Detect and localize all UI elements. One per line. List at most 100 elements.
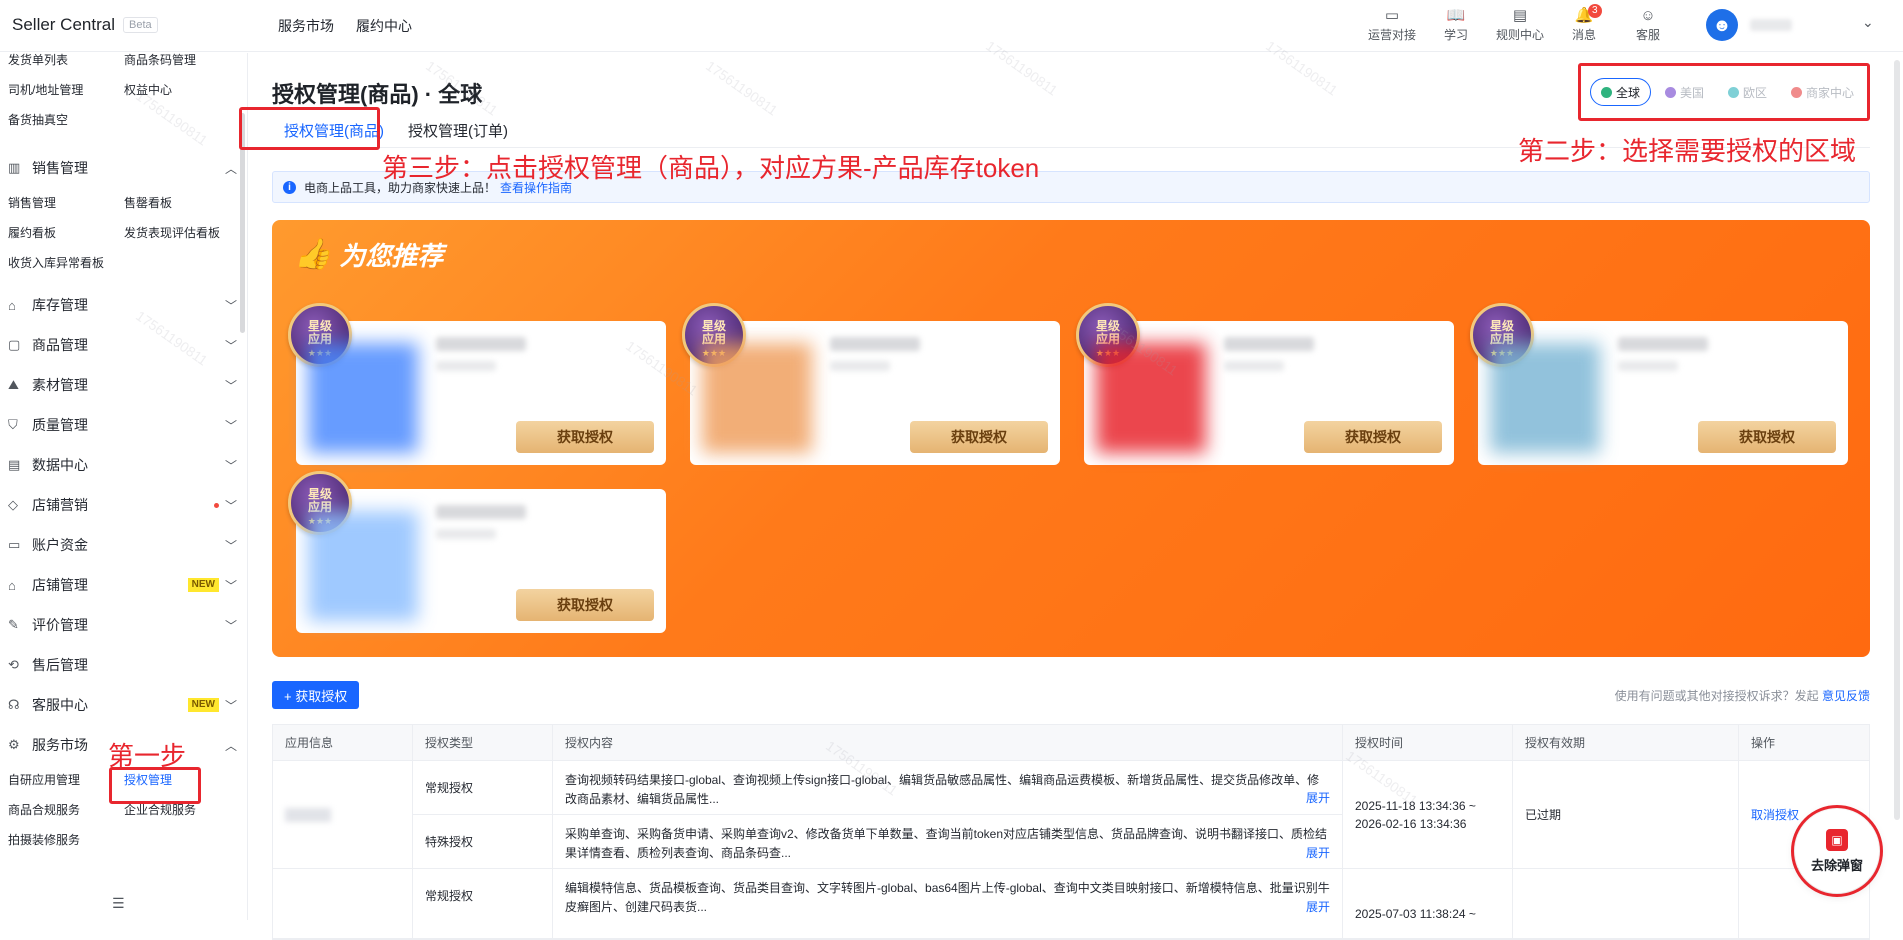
chevron-down-icon: ﹀ bbox=[224, 538, 237, 553]
app-card[interactable]: 星级应用★★★ 获取授权 bbox=[288, 303, 666, 465]
sidebar-section-data[interactable]: ▤ 数据中心 ﹀ bbox=[0, 445, 247, 485]
sidebar-section-products[interactable]: ▢ 商品管理 ﹀ bbox=[0, 325, 247, 365]
auth-type-label: 常规授权 bbox=[413, 761, 552, 815]
book-icon: 📖 bbox=[1446, 7, 1466, 24]
sidebar-section-quality[interactable]: ⛉ 质量管理 ﹀ bbox=[0, 405, 247, 445]
app-desc-blurred bbox=[436, 361, 496, 371]
notification-dot bbox=[214, 502, 219, 508]
auth-type-label: 特殊授权 bbox=[425, 835, 474, 849]
app-logo-blurred bbox=[702, 343, 812, 453]
sidebar-item-receiving-anomaly[interactable]: 收货入库异常看板 bbox=[8, 254, 124, 271]
nav-fulfillment-center[interactable]: 履约中心 bbox=[356, 16, 412, 36]
sidebar-section-sales[interactable]: ▥ 销售管理 ︿ bbox=[0, 148, 247, 188]
auth-time: 2025-11-18 13:34:36 ~ 2026-02-16 13:34:3… bbox=[1343, 761, 1513, 868]
col-auth-time: 授权时间 bbox=[1343, 725, 1513, 760]
review-icon: ✎ bbox=[8, 617, 19, 632]
sidebar-section-store[interactable]: ⌂ 店铺管理 NEW ﹀ bbox=[0, 565, 247, 605]
validity-status: 已过期 bbox=[1513, 761, 1739, 868]
app-name-blurred bbox=[285, 807, 331, 822]
sidebar-section-account-funds[interactable]: ▭ 账户资金 ﹀ bbox=[0, 525, 247, 565]
content-cell: 编辑模特信息、货品模板查询、货品类目查询、文字转图片-global、bas64图… bbox=[553, 869, 1343, 938]
feedback-link[interactable]: 意见反馈 bbox=[1822, 689, 1870, 703]
nav-service-market[interactable]: 服务市场 bbox=[278, 16, 334, 36]
sidebar-item-vacuum[interactable]: 备货抽真空 bbox=[8, 111, 124, 128]
get-auth-button[interactable]: 获取授权 bbox=[1698, 421, 1836, 453]
auth-content-text: 查询视频转码结果接口-global、查询视频上传sign接口-global、编辑… bbox=[553, 761, 1342, 815]
learn-button[interactable]: 📖 学习 bbox=[1424, 6, 1488, 46]
app-info-cell bbox=[273, 869, 413, 938]
table-row: 常规授权 特殊授权 查询视频转码结果接口-global、查询视频上传sign接口… bbox=[273, 761, 1869, 869]
recommend-panel: 👍为您推荐 星级应用★★★ 获取授权 星级应用★★★ 获取授权 星级应用★★★ … bbox=[272, 220, 1870, 657]
app-card[interactable]: 星级应用★★★ 获取授权 bbox=[1076, 303, 1454, 465]
watermark: 17561190811 bbox=[702, 57, 781, 119]
expand-link[interactable]: 展开 bbox=[1306, 898, 1330, 917]
chevron-up-icon: ︿ bbox=[224, 738, 237, 753]
sidebar-section-materials[interactable]: ⛰ 素材管理 ﹀ bbox=[0, 365, 247, 405]
sidebar-item-shipping-list[interactable]: 发货单列表 bbox=[8, 53, 124, 68]
box-icon: ▢ bbox=[8, 337, 21, 352]
sidebar-section-reviews[interactable]: ✎ 评价管理 ﹀ bbox=[0, 605, 247, 645]
sidebar-top-items: 发货单列表 商品条码管理 司机/地址管理 权益中心 备货抽真空 bbox=[0, 53, 247, 128]
sidebar-item-product-compliance[interactable]: 商品合规服务 bbox=[8, 801, 124, 818]
feedback-text: 使用有问题或其他对接授权诉求？发起 意见反馈 bbox=[1614, 689, 1870, 703]
sidebar-item-driver-address[interactable]: 司机/地址管理 bbox=[8, 81, 124, 98]
sidebar-section-marketing[interactable]: ◇ 店铺营销 ﹀ bbox=[0, 485, 247, 525]
sidebar-item-benefits[interactable]: 权益中心 bbox=[124, 81, 240, 98]
chevron-down-icon: ﹀ bbox=[224, 298, 237, 313]
chevron-down-icon: ﹀ bbox=[224, 698, 237, 713]
sidebar-item-self-apps[interactable]: 自研应用管理 bbox=[8, 771, 124, 788]
shield-icon: ⛉ bbox=[8, 417, 18, 432]
recommend-title: 👍 为您推荐 bbox=[294, 238, 444, 271]
support-icon: ☺ bbox=[1640, 7, 1656, 24]
chevron-up-icon: ︿ bbox=[224, 161, 237, 176]
chevron-down-icon[interactable]: ⌄ bbox=[1862, 14, 1874, 31]
annotation-step2: 第二步：选择需要授权的区域 bbox=[1518, 136, 1857, 166]
tab-order-auth[interactable]: 授权管理(订单) bbox=[396, 120, 520, 144]
app-name-blurred bbox=[1224, 337, 1314, 351]
page-scrollbar[interactable] bbox=[1894, 60, 1900, 820]
auth-time: 2025-07-03 11:38:24 ~ bbox=[1343, 869, 1513, 938]
message-count-badge: 3 bbox=[1588, 4, 1602, 18]
sidebar-section-cs-center[interactable]: ☊ 客服中心 NEW ﹀ bbox=[0, 685, 247, 725]
beta-tag: Beta bbox=[123, 17, 158, 33]
sidebar-item-barcode[interactable]: 商品条码管理 bbox=[124, 53, 240, 68]
aftersale-icon: ⟲ bbox=[8, 657, 19, 672]
app-card[interactable]: 星级应用★★★ 获取授权 bbox=[288, 471, 666, 633]
user-menu[interactable]: ☻ bbox=[1706, 9, 1792, 41]
chevron-down-icon: ﹀ bbox=[224, 458, 237, 473]
messages-button[interactable]: 🔔 3 消息 bbox=[1552, 4, 1616, 46]
col-app-info: 应用信息 bbox=[273, 725, 413, 760]
get-auth-button[interactable]: 获取授权 bbox=[910, 421, 1048, 453]
get-auth-button[interactable]: 获取授权 bbox=[516, 421, 654, 453]
collapse-sidebar-icon[interactable]: ☰ bbox=[112, 895, 125, 912]
table-row: 常规授权 编辑模特信息、货品模板查询、货品类目查询、文字转图片-global、b… bbox=[273, 869, 1869, 939]
sidebar-section-aftersale[interactable]: ⟲ 售后管理 bbox=[0, 645, 247, 685]
expand-link[interactable]: 展开 bbox=[1306, 844, 1330, 863]
chevron-down-icon: ﹀ bbox=[224, 338, 237, 353]
sidebar-item-shipping-eval[interactable]: 发货表现评估看板 bbox=[124, 224, 240, 241]
app-card[interactable]: 星级应用★★★ 获取授权 bbox=[682, 303, 1060, 465]
get-auth-button[interactable]: 获取授权 bbox=[1304, 421, 1442, 453]
app-logo-blurred bbox=[308, 511, 418, 621]
app-card[interactable]: 星级应用★★★ 获取授权 bbox=[1470, 303, 1848, 465]
image-icon: ⛰ bbox=[8, 377, 19, 392]
sidebar-item-soldout-board[interactable]: 售罄看板 bbox=[124, 194, 240, 211]
rules-center-button[interactable]: ▤ 规则中心 bbox=[1488, 6, 1552, 46]
data-icon: ▤ bbox=[8, 457, 21, 472]
add-auth-button[interactable]: + 获取授权 bbox=[272, 681, 360, 709]
sidebar-item-fulfill-board[interactable]: 履约看板 bbox=[8, 224, 124, 241]
expand-link[interactable]: 展开 bbox=[1306, 789, 1330, 808]
sidebar-item-photo-decor[interactable]: 拍摄装修服务 bbox=[8, 831, 124, 848]
customer-service-button[interactable]: ☺ 客服 bbox=[1616, 6, 1680, 46]
brand-logo[interactable]: Seller Central Beta bbox=[12, 15, 158, 35]
get-auth-button[interactable]: 获取授权 bbox=[516, 589, 654, 621]
ops-contact-button[interactable]: ▭ 运营对接 bbox=[1360, 6, 1424, 46]
thumbs-up-icon: 👍 bbox=[294, 238, 332, 271]
sidebar-section-inventory[interactable]: ⌂ 库存管理 ﹀ bbox=[0, 285, 247, 325]
annotation-box-region bbox=[1578, 63, 1870, 121]
new-badge: NEW bbox=[187, 578, 219, 592]
avatar[interactable]: ☻ bbox=[1706, 9, 1738, 41]
headset-icon: ☊ bbox=[8, 697, 20, 712]
sidebar-item-sales-mgmt[interactable]: 销售管理 bbox=[8, 194, 124, 211]
chevron-down-icon: ﹀ bbox=[224, 418, 237, 433]
